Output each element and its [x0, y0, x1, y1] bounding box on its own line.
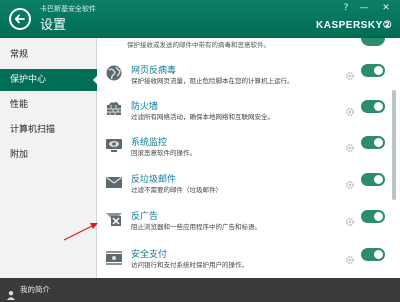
anti-banner-icon [105, 210, 123, 228]
settings-content: 保护接收或发送的邮件中带有的病毒和恶意软件。 网页反病毒 保护接收网页流量，阻止… [97, 38, 400, 278]
row-description: 保护接收网页流量，阻止危险脚本在您的计算机上运行。 [131, 77, 294, 85]
arrow-left-icon [14, 14, 25, 24]
gear-icon[interactable] [345, 138, 355, 153]
row-description: 回滚恶意软件的操作。 [131, 149, 196, 157]
safe-money-icon [105, 248, 123, 266]
toggle-knob [374, 250, 383, 259]
my-profile-link[interactable]: 我的简介 [20, 284, 50, 295]
user-icon [6, 285, 16, 300]
toggle-switch[interactable] [361, 100, 385, 113]
list-item-web-antivirus: 网页反病毒 保护接收网页流量，阻止危险脚本在您的计算机上运行。 [97, 58, 400, 94]
help-button[interactable]: ? [340, 3, 352, 13]
close-button[interactable]: ✕ [380, 3, 392, 13]
sidebar-item-general[interactable]: 常规 [0, 44, 97, 66]
list-item-safe-money: 安全支付 访问银行和支付系统时保护用户的操作。 [97, 242, 400, 278]
mail-antivirus-toggle[interactable] [361, 38, 385, 46]
app-title: 卡巴斯基安全软件 [40, 5, 96, 13]
status-bar: 我的简介 [0, 278, 400, 302]
scroll-thumb[interactable] [392, 90, 396, 200]
row-description: 访问银行和支付系统时保护用户的操作。 [131, 261, 248, 269]
sidebar-item-additional[interactable]: 附加 [0, 144, 97, 166]
settings-window: 卡巴斯基安全软件 设置 ? — ✕ KASPERSKY② 常规 保护中心 性能 … [0, 0, 400, 302]
mail-icon [105, 173, 123, 191]
title-bar: 卡巴斯基安全软件 设置 ? — ✕ KASPERSKY② [0, 0, 400, 38]
list-item-firewall: 防火墙 过滤所有网络活动，确保本地网络和互联网安全。 [97, 94, 400, 130]
globe-icon [105, 64, 123, 82]
sidebar-item-scan[interactable]: 计算机扫描 [0, 119, 97, 141]
gear-icon[interactable] [345, 175, 355, 190]
toggle-switch[interactable] [361, 248, 385, 261]
eye-monitor-icon [105, 136, 123, 154]
row-description: 过滤所有网络活动，确保本地网络和互联网安全。 [131, 113, 274, 121]
gear-icon[interactable] [345, 250, 355, 265]
sidebar-item-performance[interactable]: 性能 [0, 94, 97, 116]
scrollbar[interactable] [391, 38, 397, 278]
toggle-switch[interactable] [361, 210, 385, 223]
list-item-anti-banner: 反广告 阻止浏览器和一些应用程序中的广告和标语。 [97, 204, 400, 240]
gear-icon[interactable] [345, 66, 355, 81]
toggle-knob [374, 66, 383, 75]
toggle-switch[interactable] [361, 173, 385, 186]
row-description: 阻止浏览器和一些应用程序中的广告和标语。 [131, 223, 261, 231]
toggle-knob [374, 175, 383, 184]
toggle-switch[interactable] [361, 64, 385, 77]
gear-icon[interactable] [345, 212, 355, 227]
kaspersky-logo: KASPERSKY② [316, 20, 393, 31]
list-item-system-watcher: 系统监控 回滚恶意软件的操作。 [97, 130, 400, 166]
minimize-button[interactable]: — [358, 3, 370, 13]
cut-off-description: 保护接收或发送的邮件中带有的病毒和恶意软件。 [127, 41, 270, 49]
gear-icon[interactable] [345, 102, 355, 117]
back-button[interactable] [9, 8, 31, 30]
toggle-switch[interactable] [361, 136, 385, 149]
toggle-knob [374, 138, 383, 147]
list-item-anti-spam: 反垃圾邮件 过滤不需要的邮件（垃圾邮件） [97, 167, 400, 203]
page-title: 设置 [40, 18, 67, 33]
firewall-icon [105, 100, 123, 118]
sidebar-item-protection-center[interactable]: 保护中心 [0, 69, 98, 91]
toggle-knob [374, 102, 383, 111]
row-description: 过滤不需要的邮件（垃圾邮件） [131, 186, 222, 194]
sidebar: 常规 保护中心 性能 计算机扫描 附加 [0, 38, 98, 278]
toggle-knob [374, 212, 383, 221]
